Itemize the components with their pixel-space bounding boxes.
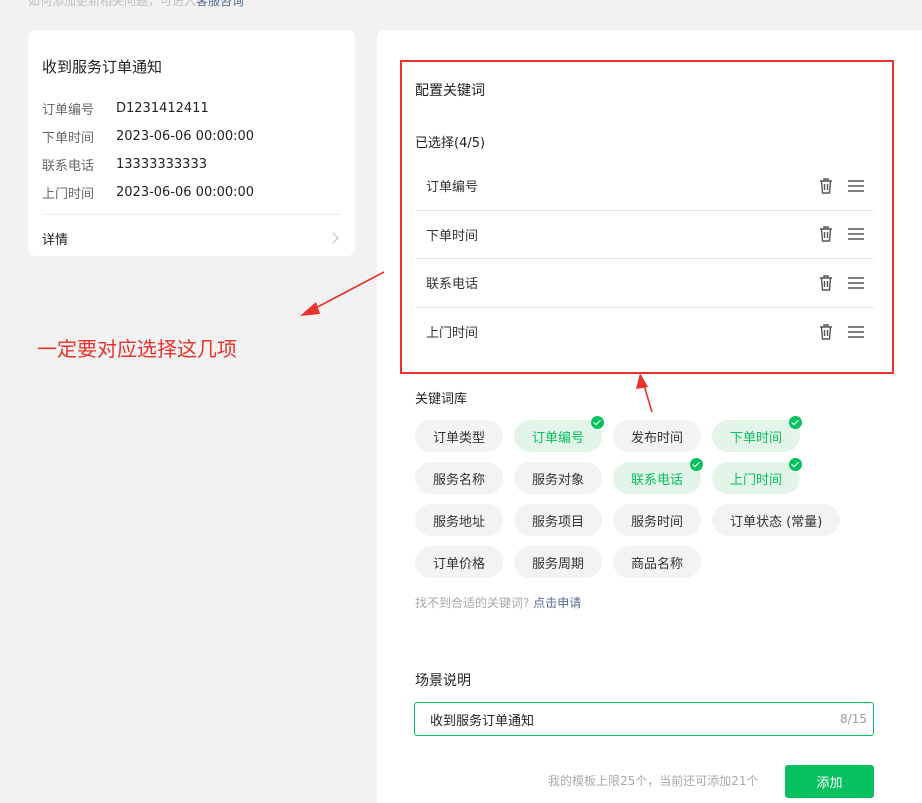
keyword-tag[interactable]: 联系电话 <box>613 458 704 494</box>
check-icon <box>789 416 803 429</box>
char-counter: 8/15 <box>840 712 867 726</box>
apply-keyword-link[interactable]: 点击申请 <box>533 596 581 610</box>
keyword-tag-label: 订单编号 <box>532 430 585 446</box>
keyword-tag-label: 订单状态 (常量) <box>730 514 823 530</box>
add-button[interactable]: 添加 <box>785 765 874 798</box>
keyword-tag-label: 下单时间 <box>730 430 783 446</box>
preview-row: 上门时间 2023-06-06 00:00:00 <box>42 178 342 206</box>
detail-label: 详情 <box>42 232 69 248</box>
keyword-tag[interactable]: 服务时间 <box>613 504 702 536</box>
template-limit-text: 我的模板上限25个，当前还可添加21个 <box>548 774 759 788</box>
keyword-tag[interactable]: 下单时间 <box>712 416 803 452</box>
keyword-tag-label: 服务周期 <box>532 556 585 572</box>
preview-row-value: 2023-06-06 00:00:00 <box>116 184 255 200</box>
keyword-tag-label: 服务名称 <box>433 472 486 488</box>
preview-row-key: 订单编号 <box>42 102 95 118</box>
keyword-tag[interactable]: 订单编号 <box>514 416 605 452</box>
arrow-left <box>300 271 385 316</box>
hint-text: 找不到合适的关键词? <box>415 596 530 610</box>
preview-row-key: 下单时间 <box>42 130 95 146</box>
keyword-tag[interactable]: 上门时间 <box>712 458 803 494</box>
keyword-tag-label: 服务地址 <box>433 514 486 530</box>
preview-title: 收到服务订单通知 <box>42 58 163 76</box>
preview-row: 订单编号 D1231412411 <box>42 94 342 122</box>
preview-row: 联系电话 13333333333 <box>42 150 342 178</box>
keyword-library: 订单类型 订单编号 发布时间 下单时间 服务名称 服务对象 联系电话 上门时间 … <box>415 416 885 578</box>
preview-rows: 订单编号 D1231412411 下单时间 2023-06-06 00:00:0… <box>42 94 342 206</box>
keyword-tag-label: 服务时间 <box>631 514 684 530</box>
keyword-tag-label: 联系电话 <box>631 472 684 488</box>
top-note-link[interactable]: 客服咨询 <box>196 0 244 8</box>
top-note: 如何添加更新相关问题，可进入客服咨询 <box>28 0 244 9</box>
preview-detail-link[interactable]: 详情 <box>42 226 341 250</box>
scene-description-title: 场景说明 <box>415 673 471 689</box>
keyword-tag-label: 服务项目 <box>532 514 585 530</box>
chevron-right-icon <box>327 232 339 244</box>
keyword-tag-label: 商品名称 <box>631 556 684 572</box>
annotation-highlight-box <box>400 60 894 374</box>
keyword-tag[interactable]: 服务周期 <box>514 546 603 578</box>
scene-input-value: 收到服务订单通知 <box>430 713 535 729</box>
keyword-tag[interactable]: 商品名称 <box>613 546 702 578</box>
keyword-tag-label: 发布时间 <box>631 430 684 446</box>
keyword-tag[interactable]: 发布时间 <box>613 420 702 452</box>
preview-row-key: 联系电话 <box>42 158 95 174</box>
keyword-library-hint: 找不到合适的关键词? 点击申请 <box>415 594 581 611</box>
keyword-tag[interactable]: 订单价格 <box>415 546 504 578</box>
keyword-tag-label: 订单类型 <box>433 430 486 446</box>
keyword-tag[interactable]: 服务名称 <box>415 462 504 494</box>
annotation-text: 一定要对应选择这几项 <box>37 337 237 361</box>
keyword-tag-label: 订单价格 <box>433 556 486 572</box>
top-note-text: 如何添加更新相关问题，可进入 <box>28 0 197 8</box>
check-icon <box>591 416 605 429</box>
keyword-tag[interactable]: 服务对象 <box>514 462 603 494</box>
preview-row-value: 2023-06-06 00:00:00 <box>116 128 255 144</box>
keyword-tag[interactable]: 订单状态 (常量) <box>712 504 841 536</box>
keyword-tag[interactable]: 服务项目 <box>514 504 603 536</box>
preview-row-key: 上门时间 <box>42 186 95 202</box>
preview-divider <box>42 214 341 215</box>
scene-description-input[interactable]: 收到服务订单通知 8/15 <box>414 702 874 736</box>
keyword-tag-label: 服务对象 <box>532 472 585 488</box>
check-icon <box>789 458 803 471</box>
keyword-tag[interactable]: 订单类型 <box>415 420 504 452</box>
check-icon <box>690 458 704 471</box>
preview-row-value: D1231412411 <box>116 100 209 116</box>
preview-row: 下单时间 2023-06-06 00:00:00 <box>42 122 342 150</box>
preview-row-value: 13333333333 <box>116 156 207 172</box>
template-preview-card: 收到服务订单通知 订单编号 D1231412411 下单时间 2023-06-0… <box>28 30 355 256</box>
keyword-tag[interactable]: 服务地址 <box>415 504 504 536</box>
keyword-tag-label: 上门时间 <box>730 472 783 488</box>
keyword-library-title: 关键词库 <box>415 392 468 407</box>
